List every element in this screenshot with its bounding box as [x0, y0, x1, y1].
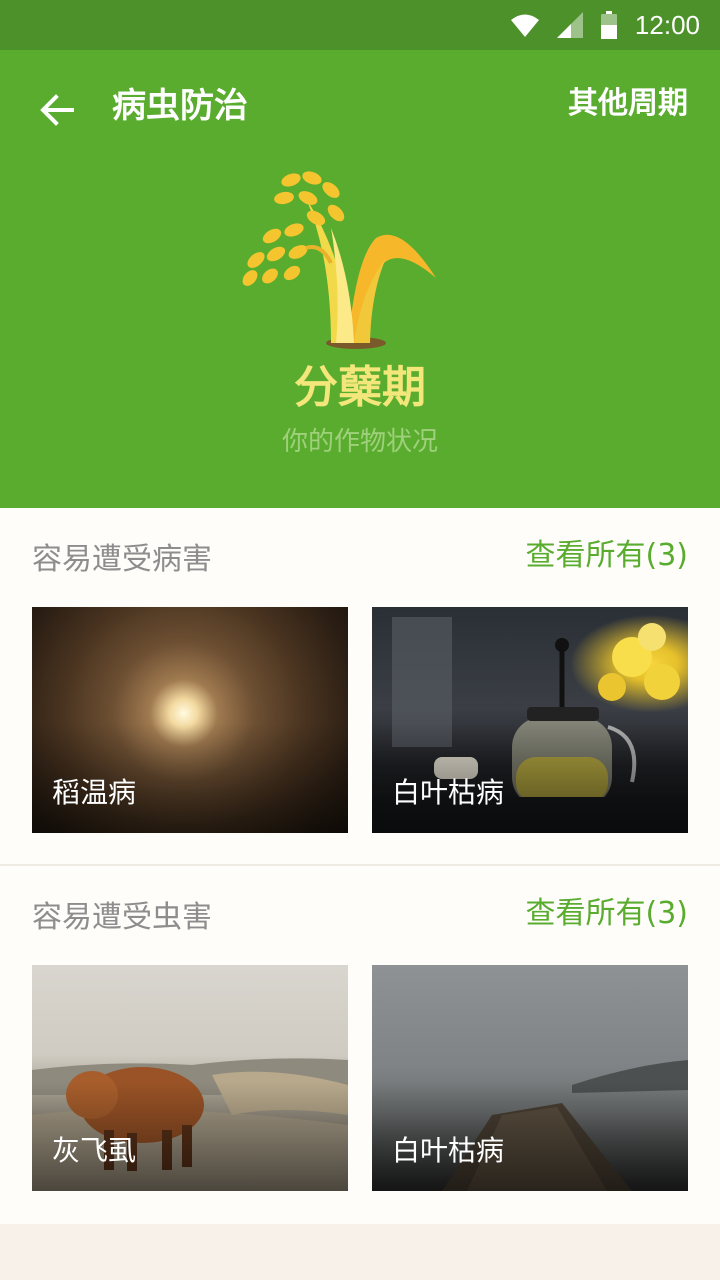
disease-section: 容易遭受病害 查看所有(3) 稻温病 白叶枯病 [0, 508, 720, 866]
bottom-spacer [0, 1224, 720, 1280]
wifi-icon [510, 14, 539, 37]
cellular-signal-icon [556, 12, 583, 38]
section-title: 容易遭受虫害 [32, 900, 212, 935]
page-title: 病虫防治 [112, 86, 248, 126]
view-all-diseases-button[interactable]: 查看所有(3) [526, 534, 689, 578]
section-title: 容易遭受病害 [32, 542, 212, 577]
status-bar: 12:00 [0, 0, 720, 50]
clock-time: 12:00 [634, 9, 700, 40]
view-all-pests-button[interactable]: 查看所有(3) [526, 892, 689, 936]
pest-card[interactable]: 白叶枯病 [372, 965, 688, 1191]
header: 病虫防治 其他周期 分蘖期 你的作物状况 [0, 50, 720, 508]
growth-stage-subtitle: 你的作物状况 [281, 427, 438, 457]
back-button[interactable] [32, 86, 80, 134]
disease-card[interactable]: 稻温病 [32, 607, 348, 833]
other-periods-button[interactable]: 其他周期 [568, 80, 688, 128]
card-label: 稻温病 [52, 776, 137, 809]
pest-card[interactable]: 灰飞虱 [32, 965, 348, 1191]
card-label: 白叶枯病 [392, 776, 505, 809]
content-area: 容易遭受病害 查看所有(3) 稻温病 白叶枯病 容易遭受虫害 查看所有(3) 灰… [0, 508, 720, 1224]
rice-plant-icon [242, 171, 436, 349]
growth-stage-name: 分蘖期 [294, 362, 426, 413]
card-label: 白叶枯病 [392, 1134, 505, 1167]
card-label: 灰飞虱 [52, 1134, 137, 1167]
pest-section: 容易遭受虫害 查看所有(3) 灰飞虱 白叶枯病 [0, 866, 720, 1224]
disease-card[interactable]: 白叶枯病 [372, 607, 688, 833]
battery-icon [600, 11, 617, 39]
arrow-left-icon [40, 94, 74, 126]
